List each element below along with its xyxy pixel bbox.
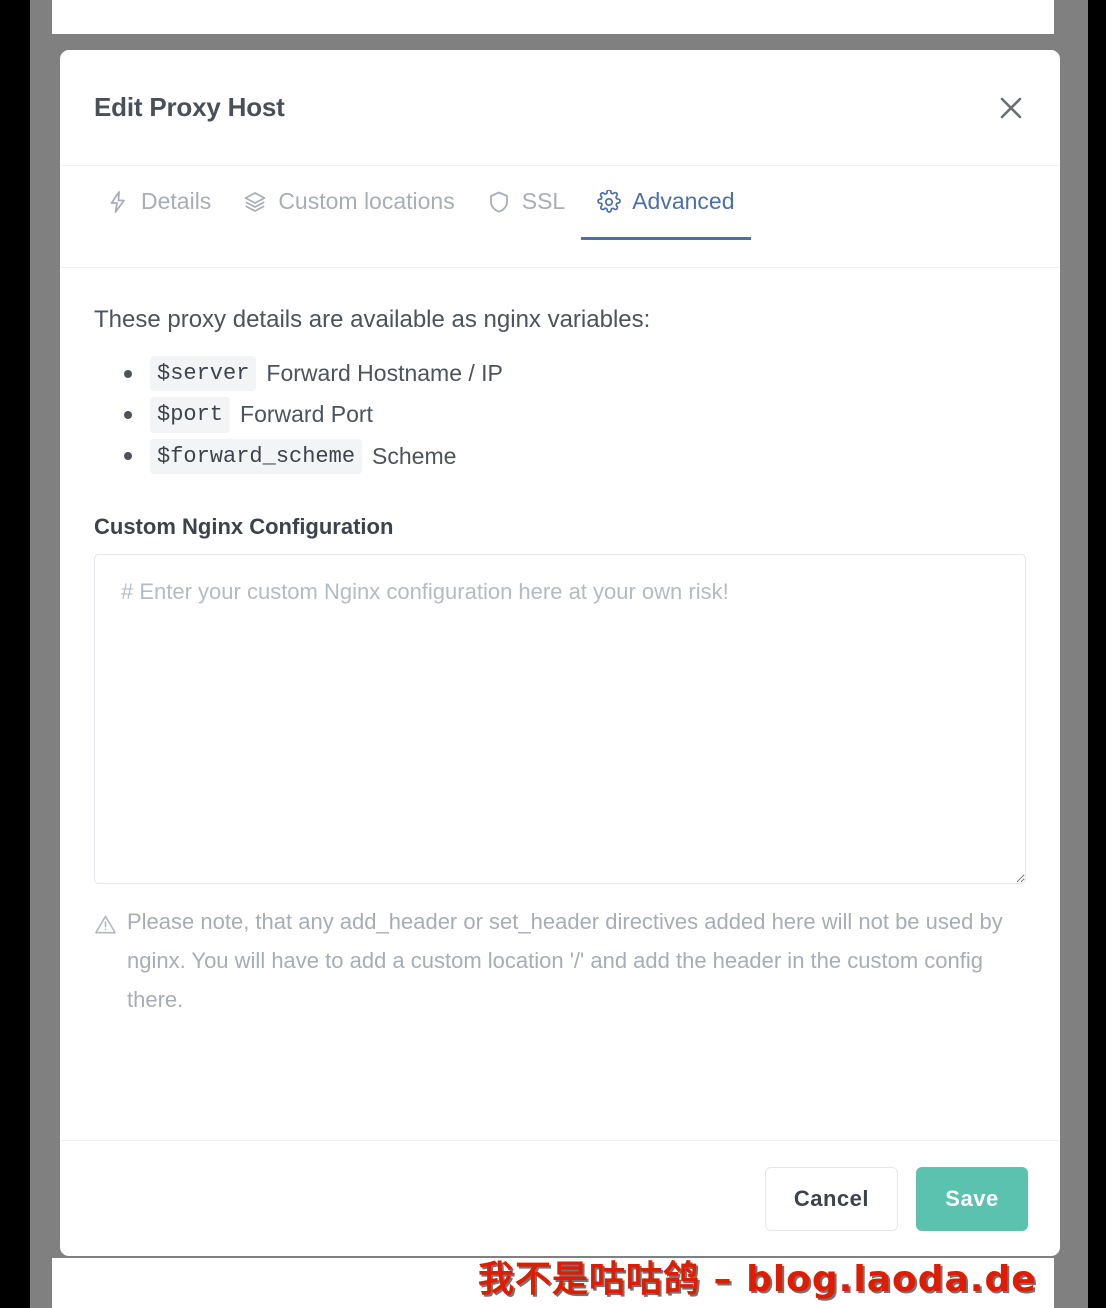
variable-description: Forward Hostname / IP bbox=[266, 360, 503, 387]
tab-ssl[interactable]: SSL bbox=[471, 188, 581, 239]
nginx-variables-list: $server Forward Hostname / IP $port Forw… bbox=[94, 356, 1026, 474]
tab-label: Details bbox=[141, 188, 212, 214]
close-icon[interactable] bbox=[992, 89, 1030, 127]
edit-proxy-host-dialog: Edit Proxy Host Details Custom locations… bbox=[60, 50, 1060, 1256]
list-item: $port Forward Port bbox=[150, 397, 1026, 433]
variable-description: Scheme bbox=[372, 442, 457, 469]
dialog-tabs: Details Custom locations SSL Advanced bbox=[60, 166, 1060, 268]
variable-name: $server bbox=[150, 356, 257, 392]
screenshot-frame-left bbox=[0, 0, 30, 1308]
dialog-header: Edit Proxy Host bbox=[60, 50, 1060, 166]
tab-custom-locations[interactable]: Custom locations bbox=[227, 188, 470, 239]
custom-nginx-config-input[interactable] bbox=[94, 553, 1026, 884]
screenshot-frame-right bbox=[1088, 0, 1106, 1308]
variable-name: $forward_scheme bbox=[150, 438, 363, 474]
tab-details[interactable]: Details bbox=[90, 188, 227, 239]
shield-icon bbox=[487, 190, 511, 214]
layers-icon bbox=[243, 190, 267, 214]
save-button[interactable]: Save bbox=[916, 1166, 1028, 1231]
variable-name: $port bbox=[150, 397, 231, 433]
note-text: Please note, that any add_header or set_… bbox=[127, 908, 1003, 1013]
variable-description: Forward Port bbox=[240, 401, 373, 428]
list-item: $forward_scheme Scheme bbox=[150, 438, 1026, 474]
custom-nginx-config-label: Custom Nginx Configuration bbox=[94, 513, 394, 539]
page-title: Edit Proxy Host bbox=[94, 92, 285, 122]
header-directive-note: Please note, that any add_header or set_… bbox=[94, 902, 1026, 1019]
lightning-bolt-icon bbox=[106, 190, 130, 214]
watermark: 我不是咕咕鸽 – blog.laoda.de bbox=[478, 1259, 1037, 1300]
tab-advanced[interactable]: Advanced bbox=[581, 188, 751, 240]
intro-text: These proxy details are available as ngi… bbox=[94, 306, 651, 333]
cancel-button[interactable]: Cancel bbox=[764, 1166, 898, 1231]
gear-icon bbox=[597, 189, 622, 214]
list-item: $server Forward Hostname / IP bbox=[150, 356, 1026, 392]
dialog-footer: Cancel Save bbox=[60, 1140, 1060, 1256]
tab-label: Advanced bbox=[632, 188, 735, 214]
warning-triangle-icon bbox=[94, 902, 117, 1019]
dialog-body: These proxy details are available as ngi… bbox=[60, 268, 1060, 1140]
tab-label: Custom locations bbox=[278, 188, 455, 214]
tab-label: SSL bbox=[521, 188, 566, 214]
